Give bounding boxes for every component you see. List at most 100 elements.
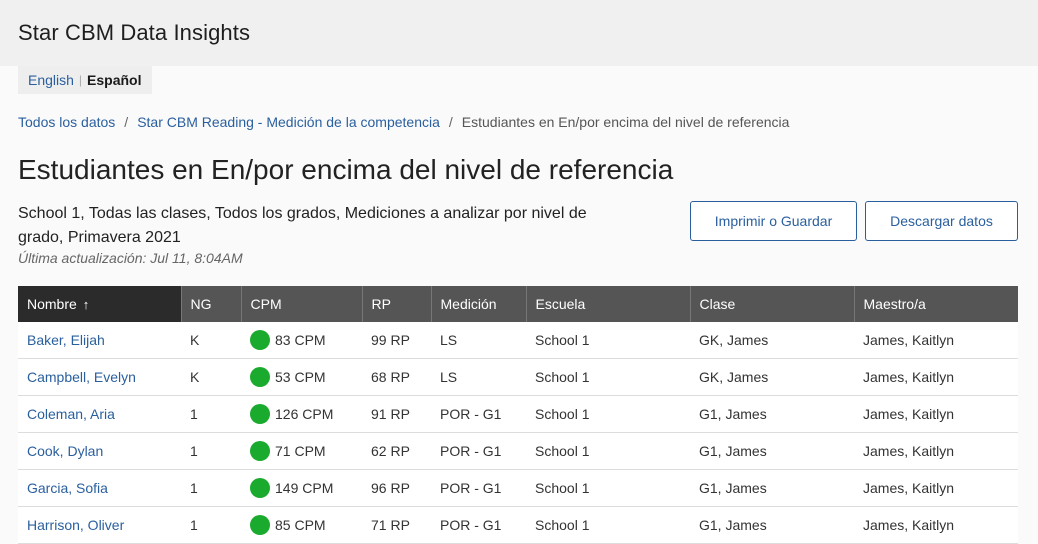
student-name-cell: Baker, Elijah	[18, 322, 181, 359]
rp-cell: 91 RP	[362, 395, 431, 433]
column-header-rp[interactable]: RP	[362, 286, 432, 322]
rp-cell: 68 RP	[362, 358, 431, 396]
cpm-column-cell: 71 CPM	[241, 432, 362, 470]
student-name-link[interactable]: Cook, Dylan	[27, 443, 103, 459]
class-cell: G1, James	[690, 469, 854, 507]
status-dot-icon	[250, 441, 270, 461]
cpm-value: 126 CPM	[275, 406, 334, 422]
class-cell: GK, James	[690, 322, 854, 359]
grade-cell: K	[181, 358, 241, 396]
cpm-cell: 83 CPM	[250, 322, 353, 358]
table-row: Baker, Elijah K 83 CPM 99 RP LS School 1 GK, J…	[18, 322, 1018, 359]
class-cell: G1, James	[690, 395, 854, 433]
breadcrumb-separator: /	[124, 114, 129, 130]
breadcrumb: Todos los datos / Star CBM Reading - Med…	[18, 114, 789, 130]
measure-cell: POR - G1	[431, 506, 526, 544]
status-dot-icon	[250, 404, 270, 424]
table-row: Harrison, Oliver 1 85 CPM 71 RP POR - G1 Scho…	[18, 506, 1018, 544]
cpm-column-cell: 85 CPM	[241, 506, 362, 544]
class-cell: G1, James	[690, 506, 854, 544]
column-header-nombre[interactable]: Nombre ↑	[18, 286, 182, 322]
school-cell: School 1	[526, 469, 690, 507]
table-row: Garcia, Sofia 1 149 CPM 96 RP POR - G1 School…	[18, 469, 1018, 507]
app-title: Star CBM Data Insights	[18, 20, 251, 45]
measure-cell: POR - G1	[431, 469, 526, 507]
rp-cell: 96 RP	[362, 469, 431, 507]
cpm-cell: 126 CPM	[250, 396, 353, 432]
measure-cell: LS	[431, 358, 526, 396]
status-dot-icon	[250, 367, 270, 387]
grade-cell: 1	[181, 506, 241, 544]
teacher-cell: James, Kaitlyn	[854, 469, 1018, 507]
breadcrumb-cbm-reading[interactable]: Star CBM Reading - Medición de la compet…	[137, 114, 440, 130]
teacher-cell: James, Kaitlyn	[854, 358, 1018, 396]
school-cell: School 1	[526, 506, 690, 544]
page-title: Estudiantes en En/por encima del nivel d…	[18, 154, 674, 185]
app-header: Star CBM Data Insights	[0, 0, 1038, 66]
cpm-value: 83 CPM	[275, 332, 326, 348]
student-name-cell: Campbell, Evelyn	[18, 358, 181, 396]
column-header-clase[interactable]: Clase	[690, 286, 855, 322]
status-dot-icon	[250, 478, 270, 498]
cpm-value: 71 CPM	[275, 443, 326, 459]
print-save-button[interactable]: Imprimir o Guardar	[690, 201, 857, 241]
table-body: Baker, Elijah K 83 CPM 99 RP LS School 1 GK, J…	[18, 322, 1018, 544]
cpm-cell: 149 CPM	[250, 470, 353, 506]
cpm-value: 149 CPM	[275, 480, 334, 496]
table-row: Coleman, Aria 1 126 CPM 91 RP POR - G1 School…	[18, 395, 1018, 433]
measure-cell: LS	[431, 322, 526, 359]
language-switcher: English | Español	[18, 66, 152, 94]
cpm-value: 53 CPM	[275, 369, 326, 385]
school-cell: School 1	[526, 358, 690, 396]
grade-cell: 1	[181, 395, 241, 433]
student-name-cell: Cook, Dylan	[18, 432, 181, 470]
teacher-cell: James, Kaitlyn	[854, 432, 1018, 470]
teacher-cell: James, Kaitlyn	[854, 395, 1018, 433]
measure-cell: POR - G1	[431, 432, 526, 470]
breadcrumb-separator: /	[448, 114, 453, 130]
grade-cell: 1	[181, 432, 241, 470]
column-header-ng[interactable]: NG	[181, 286, 242, 322]
table-row: Campbell, Evelyn K 53 CPM 68 RP LS School 1 GK…	[18, 358, 1018, 396]
column-header-cpm[interactable]: CPM	[241, 286, 363, 322]
cpm-cell: 53 CPM	[250, 359, 353, 395]
breadcrumb-all-data[interactable]: Todos los datos	[18, 114, 115, 130]
language-spanish-active[interactable]: Español	[87, 72, 141, 88]
cpm-column-cell: 126 CPM	[241, 395, 362, 433]
table-row: Cook, Dylan 1 71 CPM 62 RP POR - G1 School 1G…	[18, 432, 1018, 470]
student-name-cell: Coleman, Aria	[18, 395, 181, 433]
breadcrumb-current: Estudiantes en En/por encima del nivel d…	[461, 114, 790, 130]
column-header-escuela[interactable]: Escuela	[526, 286, 691, 322]
column-header-maestro[interactable]: Maestro/a	[854, 286, 1018, 322]
download-data-button[interactable]: Descargar datos	[865, 201, 1018, 241]
school-cell: School 1	[526, 395, 690, 433]
student-name-link[interactable]: Campbell, Evelyn	[27, 369, 136, 385]
column-header-medicion[interactable]: Medición	[431, 286, 527, 322]
student-name-cell: Garcia, Sofia	[18, 469, 181, 507]
cpm-value: 85 CPM	[275, 517, 326, 533]
language-english-link[interactable]: English	[28, 72, 74, 88]
student-name-link[interactable]: Coleman, Aria	[27, 406, 115, 422]
cpm-cell: 85 CPM	[250, 507, 353, 543]
table-header-row: Nombre ↑ NG CPM RP Medición Escuela Clase…	[18, 286, 1018, 322]
student-name-cell: Harrison, Oliver	[18, 506, 181, 544]
student-name-link[interactable]: Harrison, Oliver	[27, 517, 124, 533]
measure-cell: POR - G1	[431, 395, 526, 433]
last-updated: Última actualización: Jul 11, 8:04AM	[18, 250, 243, 266]
students-table: Nombre ↑ NG CPM RP Medición Escuela Clase…	[18, 286, 1018, 544]
status-dot-icon	[250, 330, 270, 350]
rp-cell: 62 RP	[362, 432, 431, 470]
cpm-column-cell: 83 CPM	[241, 322, 362, 359]
student-name-link[interactable]: Garcia, Sofia	[27, 480, 108, 496]
language-separator: |	[78, 73, 83, 87]
status-dot-icon	[250, 515, 270, 535]
cpm-column-cell: 149 CPM	[241, 469, 362, 507]
school-cell: School 1	[526, 432, 690, 470]
teacher-cell: James, Kaitlyn	[854, 506, 1018, 544]
class-cell: GK, James	[690, 358, 854, 396]
column-header-label: Nombre	[27, 295, 77, 312]
cpm-cell: 71 CPM	[250, 433, 353, 469]
student-name-link[interactable]: Baker, Elijah	[27, 332, 105, 348]
school-cell: School 1	[526, 322, 690, 359]
teacher-cell: James, Kaitlyn	[854, 322, 1018, 359]
